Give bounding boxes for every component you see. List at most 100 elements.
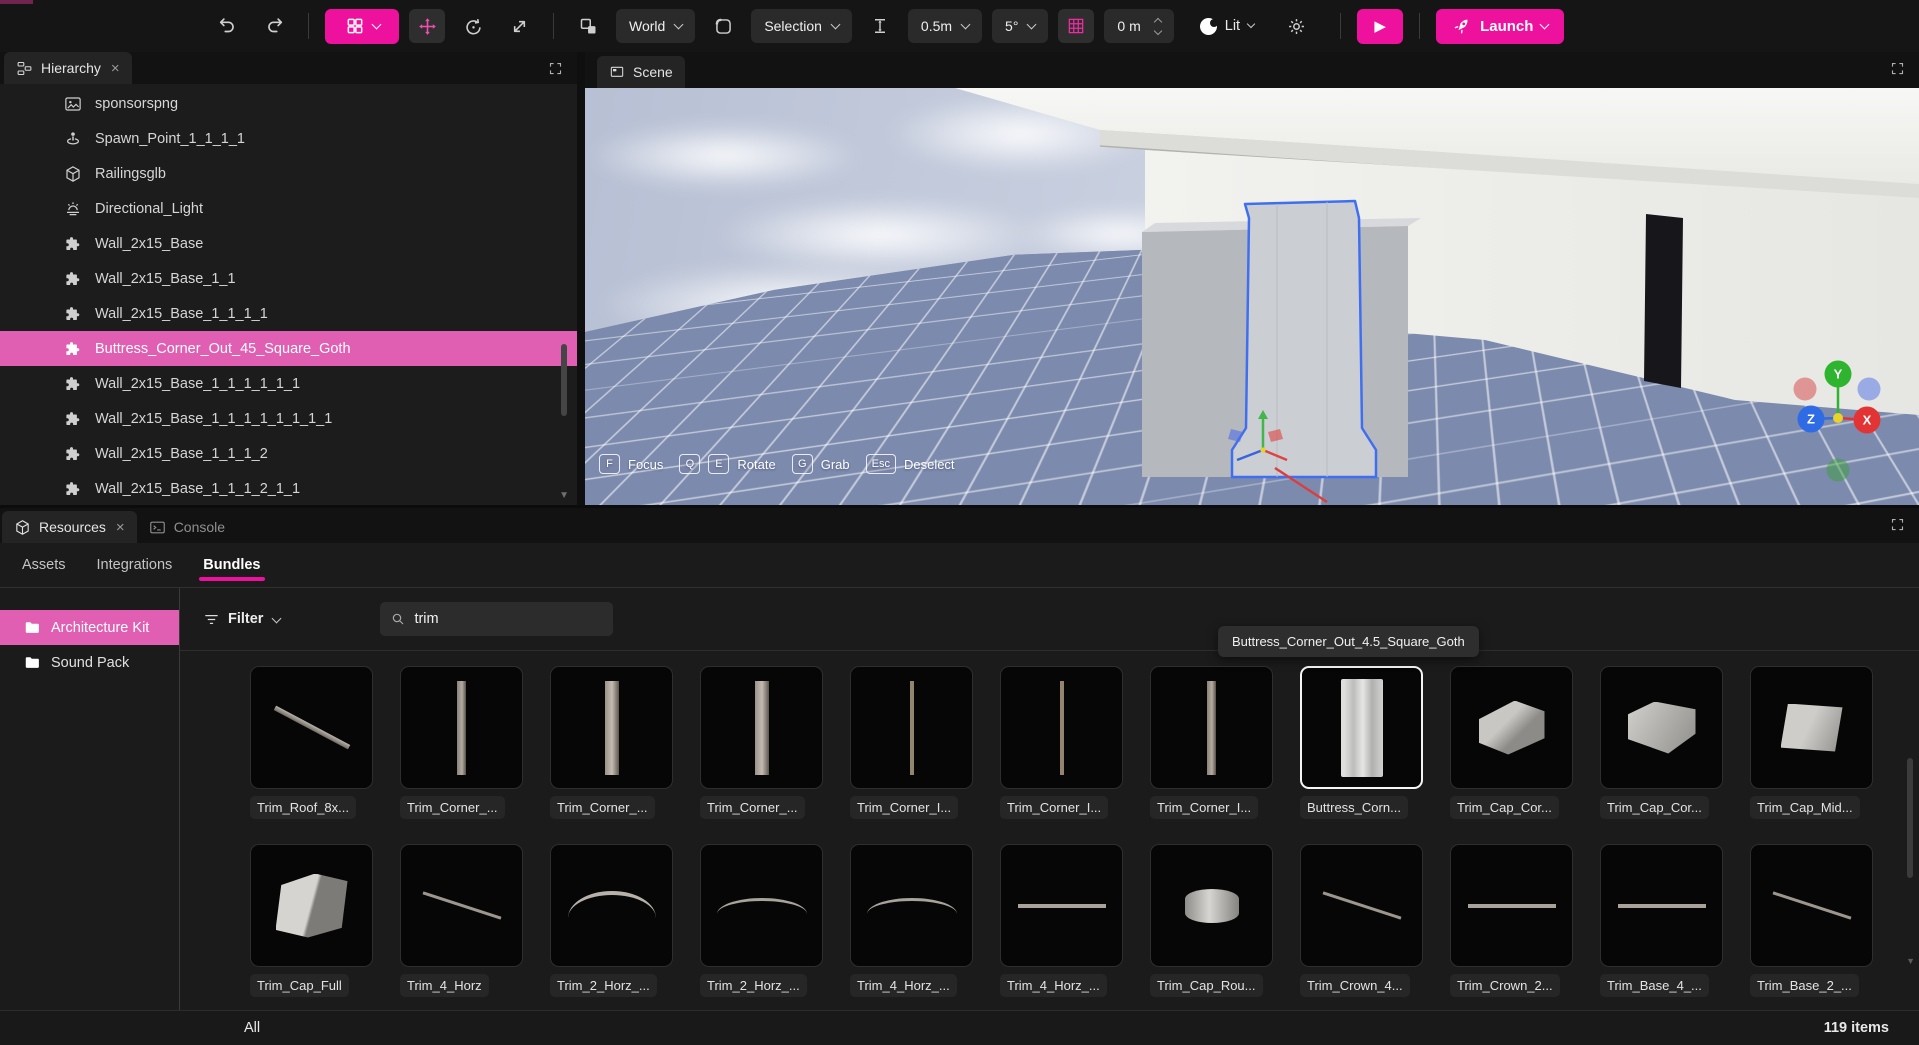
grid-height-stepper[interactable]: 0 m <box>1104 9 1173 43</box>
asset-card[interactable]: Trim_Corner_... <box>400 666 523 824</box>
asset-label: Trim_2_Horz_... <box>700 974 807 997</box>
filter-dropdown[interactable]: Filter <box>203 611 280 628</box>
gizmo-ball-x[interactable]: X <box>1854 407 1881 434</box>
asset-thumbnail <box>400 666 523 789</box>
hierarchy-item[interactable]: Wall_2x15_Base_1_1_1_2 <box>0 436 577 471</box>
asset-thumbnail <box>1450 666 1573 789</box>
selection-mode-dropdown[interactable]: Selection <box>751 9 852 43</box>
undo-button[interactable] <box>210 9 246 43</box>
bundle-folder-item[interactable]: Architecture Kit <box>0 610 179 645</box>
hierarchy-item-icon <box>64 95 82 113</box>
asset-card[interactable]: Trim_Roof_8x... <box>250 666 373 824</box>
world-space-dropdown[interactable]: World <box>616 9 695 43</box>
tab-scene[interactable]: Scene <box>597 56 685 88</box>
scroll-down-arrow[interactable] <box>559 490 569 501</box>
asset-thumbnail-shape <box>273 706 350 750</box>
scale-tool-button[interactable] <box>501 9 537 43</box>
asset-label: Trim_Crown_4... <box>1300 974 1410 997</box>
tab-hierarchy[interactable]: Hierarchy <box>4 52 132 84</box>
asset-card[interactable]: Trim_Corner_... <box>700 666 823 824</box>
asset-card[interactable]: Trim_Cap_Rou... <box>1150 844 1273 1002</box>
launch-button[interactable]: Launch <box>1436 9 1564 44</box>
render-mode-dropdown[interactable]: Lit <box>1200 18 1254 35</box>
gizmo-ball-y[interactable]: Y <box>1825 361 1852 388</box>
asset-card[interactable]: Trim_4_Horz <box>400 844 523 1002</box>
asset-card[interactable]: Trim_Cap_Full <box>250 844 373 1002</box>
gizmo-ball-neg-y[interactable] <box>1827 459 1850 482</box>
pivot-mode-button[interactable] <box>705 9 741 43</box>
asset-thumbnail-shape <box>1060 681 1064 775</box>
rotate-snap-dropdown[interactable]: 5° <box>992 9 1048 43</box>
hierarchy-item[interactable]: Wall_2x15_Base_1_1 <box>0 261 577 296</box>
hierarchy-item[interactable]: Wall_2x15_Base <box>0 226 577 261</box>
hierarchy-item[interactable]: Wall_2x15_Base_1_1_1_2_1_1 <box>0 471 577 506</box>
hierarchy-item[interactable]: sponsorspng <box>0 86 577 121</box>
gizmo-ball-neg-x[interactable] <box>1794 378 1817 401</box>
scene-canvas[interactable]: F Focus Q E Rotate G Grab Esc <box>585 88 1919 505</box>
rotate-snap-value: 5° <box>1005 18 1018 34</box>
hierarchy-item-label: Wall_2x15_Base_1_1_1_2 <box>95 446 268 462</box>
asset-card[interactable]: Trim_Corner_I... <box>850 666 973 824</box>
tab-console[interactable]: Console <box>137 511 237 543</box>
asset-card[interactable]: Trim_Cap_Cor... <box>1600 666 1723 824</box>
footer-all-tab[interactable]: All <box>244 1020 260 1036</box>
asset-card[interactable]: Trim_Crown_2... <box>1450 844 1573 1002</box>
asset-card[interactable]: Trim_2_Horz_... <box>550 844 673 1002</box>
move-tool-button[interactable] <box>409 9 445 43</box>
asset-card[interactable]: Trim_Crown_4... <box>1300 844 1423 1002</box>
move-snap-dropdown[interactable]: 0.5m <box>908 9 982 43</box>
expand-panel-button[interactable] <box>548 61 563 76</box>
viewport-tabbar: Scene <box>585 52 1919 88</box>
play-button[interactable] <box>1357 9 1403 44</box>
asset-card[interactable]: Trim_Cap_Mid... <box>1750 666 1873 824</box>
asset-search[interactable] <box>380 602 613 636</box>
transform-space-button[interactable] <box>570 9 606 43</box>
hierarchy-item[interactable]: Buttress_Corner_Out_45_Square_Goth <box>0 331 577 366</box>
hierarchy-scrollbar[interactable] <box>561 344 567 416</box>
hierarchy-item[interactable]: Spawn_Point_1_1_1_1 <box>0 121 577 156</box>
subtab[interactable]: Integrations <box>95 547 175 583</box>
asset-card[interactable]: Trim_Base_4_... <box>1600 844 1723 1002</box>
asset-card[interactable]: Trim_Base_2_... <box>1750 844 1873 1002</box>
asset-card[interactable]: Buttress_Corn... <box>1300 666 1423 824</box>
pivot-box-icon <box>713 16 734 37</box>
bundle-folder-item[interactable]: Sound Pack <box>0 645 179 680</box>
hierarchy-item[interactable]: Wall_2x15_Base_1_1_1_1 <box>0 296 577 331</box>
hierarchy-item[interactable]: Directional_Light <box>0 191 577 226</box>
settings-button[interactable] <box>1278 9 1314 43</box>
asset-card[interactable]: Trim_2_Horz_... <box>700 844 823 1002</box>
asset-card[interactable]: Trim_Cap_Cor... <box>1450 666 1573 824</box>
orientation-gizmo[interactable]: Y Z X <box>1775 355 1901 485</box>
snap-extent-button[interactable] <box>862 9 898 43</box>
subtab[interactable]: Bundles <box>201 547 262 583</box>
bundle-folder-label: Sound Pack <box>51 655 129 671</box>
subtab[interactable]: Assets <box>20 547 68 583</box>
rotate-tool-button[interactable] <box>455 9 491 43</box>
hierarchy-item[interactable]: Wall_2x15_Base_1_1_1_1_1_1_1_1 <box>0 401 577 436</box>
asset-thumbnail <box>1000 666 1123 789</box>
grid-snap-toggle[interactable] <box>1058 9 1094 43</box>
tab-resources[interactable]: Resources <box>2 511 137 543</box>
asset-card[interactable]: Trim_4_Horz_... <box>1000 844 1123 1002</box>
gizmo-ball-z[interactable]: Z <box>1798 406 1825 433</box>
stepper-arrows[interactable] <box>1155 19 1161 34</box>
asset-library-button[interactable] <box>325 9 399 44</box>
assets-scrollbar[interactable] <box>1907 758 1913 878</box>
hierarchy-item[interactable]: Railingsglb <box>0 156 577 191</box>
hierarchy-item-label: Wall_2x15_Base_1_1_1_1_1_1 <box>95 376 300 392</box>
scroll-down-arrow[interactable] <box>1906 956 1915 966</box>
search-input[interactable] <box>414 611 584 627</box>
close-icon[interactable] <box>111 61 120 76</box>
scene-selected-buttress[interactable] <box>1232 201 1376 477</box>
asset-card[interactable]: Trim_Corner_... <box>550 666 673 824</box>
gizmo-ball-neg-z[interactable] <box>1858 378 1881 401</box>
hierarchy-item[interactable]: Wall_2x15_Base_1_1_1_1_1_1 <box>0 366 577 401</box>
asset-card[interactable]: Trim_4_Horz_... <box>850 844 973 1002</box>
redo-button[interactable] <box>256 9 292 43</box>
expand-viewport-button[interactable] <box>1890 61 1905 76</box>
close-icon[interactable] <box>116 520 125 535</box>
asset-thumbnail <box>550 844 673 967</box>
asset-card[interactable]: Trim_Corner_I... <box>1150 666 1273 824</box>
expand-bottom-panel-button[interactable] <box>1890 517 1905 532</box>
asset-card[interactable]: Trim_Corner_I... <box>1000 666 1123 824</box>
